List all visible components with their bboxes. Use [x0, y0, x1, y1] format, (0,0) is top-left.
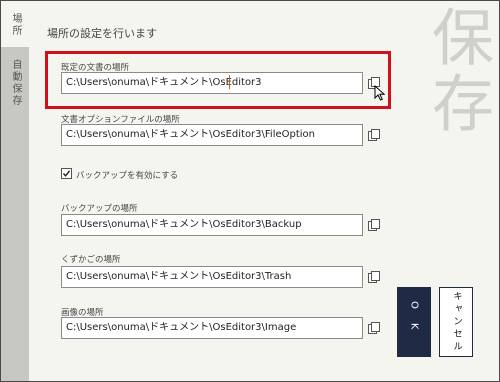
cancel-button[interactable]: キャンセル	[439, 287, 473, 357]
copy-icon[interactable]	[367, 128, 381, 142]
settings-window: 場所 自動保存 保存 場所の設定を行います 既定の文書の場所 C:\Users\…	[0, 0, 500, 382]
image-location-input[interactable]: C:\Users\onuma\ドキュメント\OsEditor3\Image	[61, 317, 363, 339]
tab-autosave[interactable]: 自動保存	[1, 59, 29, 119]
highlight-box	[45, 51, 391, 109]
backup-enable-checkbox[interactable]	[61, 168, 72, 179]
page-title: 場所の設定を行います	[47, 27, 157, 40]
copy-icon[interactable]	[367, 218, 381, 232]
tab-location[interactable]: 場所	[1, 1, 29, 47]
background-watermark: 保存	[421, 5, 494, 137]
backup-location-label: バックアップの場所	[61, 204, 138, 214]
copy-icon[interactable]	[367, 270, 381, 284]
backup-enable-label: バックアップを有効にする	[76, 171, 179, 181]
check-icon	[62, 170, 71, 177]
copy-icon[interactable]	[367, 321, 381, 335]
backup-location-input[interactable]: C:\Users\onuma\ドキュメント\OsEditor3\Backup	[61, 214, 363, 236]
sidebar: 場所 自動保存	[1, 1, 29, 381]
trash-location-label: くずかごの場所	[61, 255, 121, 265]
option-file-location-input[interactable]: C:\Users\onuma\ドキュメント\OsEditor3\FileOpti…	[61, 124, 363, 146]
ok-button[interactable]: OK	[397, 287, 431, 357]
mouse-pointer-icon	[374, 85, 385, 101]
trash-location-input[interactable]: C:\Users\onuma\ドキュメント\OsEditor3\Trash	[61, 266, 363, 288]
